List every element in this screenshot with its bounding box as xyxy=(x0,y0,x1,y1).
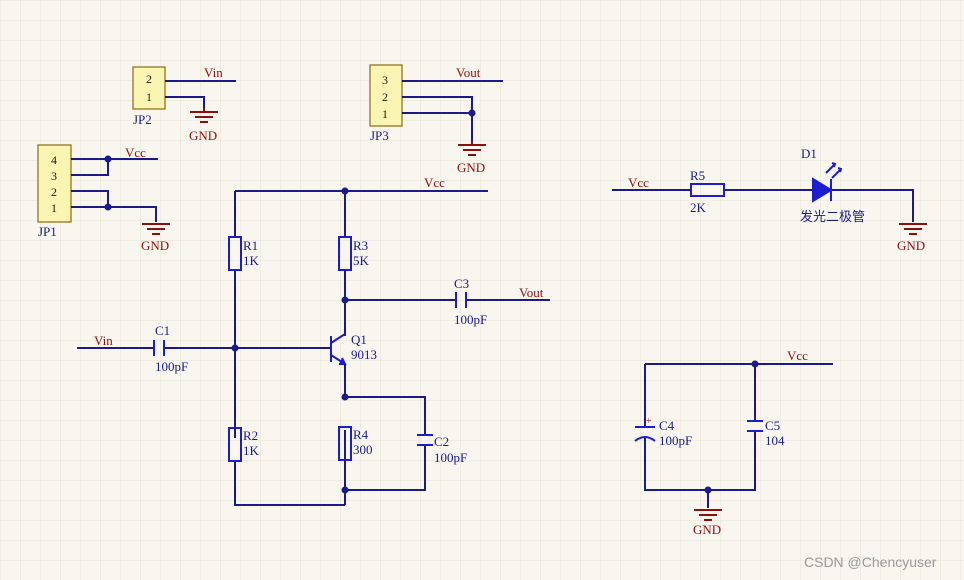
junction-dot xyxy=(468,109,476,117)
jp2-designator: JP2 xyxy=(133,112,152,127)
net-label-vin: Vin xyxy=(94,333,113,348)
net-label-gnd: GND xyxy=(189,128,217,143)
net-label-vout: Vout xyxy=(519,285,544,300)
jp3-designator: JP3 xyxy=(370,128,389,143)
d1-designator: D1 xyxy=(801,146,817,161)
net-label-vout: Vout xyxy=(456,65,481,80)
d1-value: 发光二极管 xyxy=(800,209,865,224)
r4-value: 300 xyxy=(353,442,373,457)
net-label-vcc: Vcc xyxy=(424,175,445,190)
c2-designator: C2 xyxy=(434,434,449,449)
jp2-pin-label: 1 xyxy=(146,90,152,104)
schematic-canvas: 2 1 JP2 Vin GND 3 2 1 JP3 Vout GND 4 3 2… xyxy=(0,0,964,580)
c2-value: 100pF xyxy=(434,450,467,465)
net-label-vcc: Vcc xyxy=(787,348,808,363)
c4-value: 100pF xyxy=(659,433,692,448)
jp3-pin-label: 3 xyxy=(382,73,388,87)
jp1-pin-label: 4 xyxy=(51,153,57,167)
c1-designator: C1 xyxy=(155,323,170,338)
c3-designator: C3 xyxy=(454,276,469,291)
r2-designator: R2 xyxy=(243,428,258,443)
jp1-designator: JP1 xyxy=(38,224,57,239)
r1-value: 1K xyxy=(243,253,260,268)
jp3-pin-label: 1 xyxy=(382,107,388,121)
junction-dot xyxy=(104,155,112,163)
jp1-pin-label: 1 xyxy=(51,201,57,215)
r4-designator: R4 xyxy=(353,427,369,442)
c5-designator: C5 xyxy=(765,418,780,433)
c4-designator: C4 xyxy=(659,418,675,433)
q1-designator: Q1 xyxy=(351,332,367,347)
net-label-vcc: Vcc xyxy=(125,145,146,160)
c3-value: 100pF xyxy=(454,312,487,327)
r3-value: 5K xyxy=(353,253,370,268)
r5-designator: R5 xyxy=(690,168,705,183)
c5-value: 104 xyxy=(765,433,785,448)
r1-designator: R1 xyxy=(243,238,258,253)
net-label-gnd: GND xyxy=(457,160,485,175)
net-label-gnd: GND xyxy=(141,238,169,253)
junction-dot xyxy=(104,203,112,211)
r2-value: 1K xyxy=(243,443,260,458)
c4-polarity: + xyxy=(646,416,652,427)
junction-dot xyxy=(231,344,239,352)
q1-value: 9013 xyxy=(351,347,377,362)
net-label-gnd: GND xyxy=(897,238,925,253)
r3-designator: R3 xyxy=(353,238,368,253)
net-label-gnd: GND xyxy=(693,522,721,537)
jp3-pin-label: 2 xyxy=(382,90,388,104)
jp1-pin-label: 3 xyxy=(51,169,57,183)
r5-value: 2K xyxy=(690,200,707,215)
watermark: CSDN @Chencyuser xyxy=(804,554,937,570)
jp1-pin-label: 2 xyxy=(51,185,57,199)
c1-value: 100pF xyxy=(155,359,188,374)
jp2-pin-label: 2 xyxy=(146,72,152,86)
net-label-vcc: Vcc xyxy=(628,175,649,190)
net-label-vin: Vin xyxy=(204,65,223,80)
